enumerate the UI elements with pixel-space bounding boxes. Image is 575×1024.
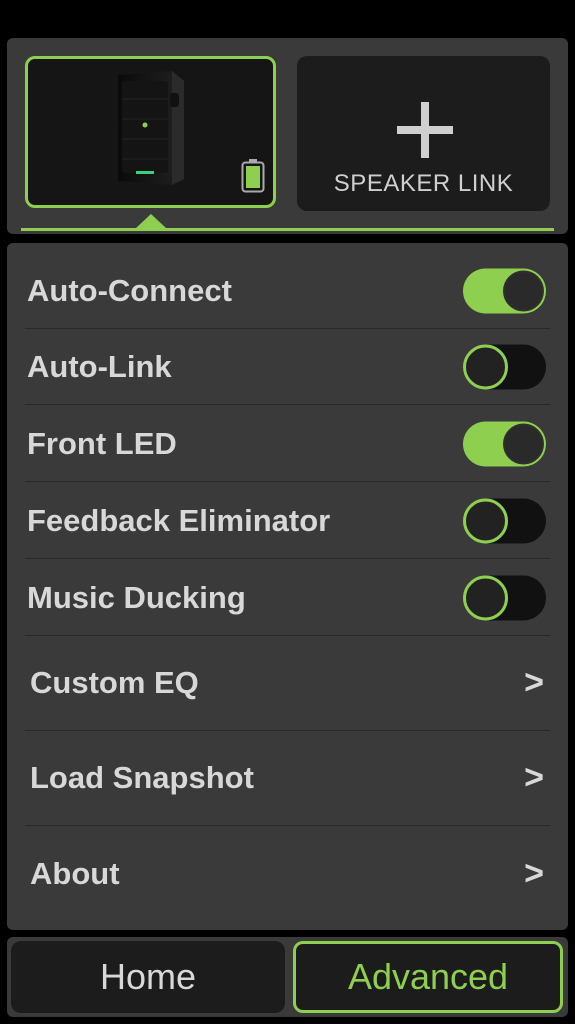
selection-pointer [136,214,166,228]
speaker-link-button[interactable]: SPEAKER LINK [297,56,550,211]
music-ducking-toggle[interactable] [463,575,546,620]
battery-icon [241,159,265,193]
auto-connect-toggle[interactable] [463,268,546,313]
feedback-eliminator-toggle[interactable] [463,498,546,543]
auto-connect-row: Auto-Connect [25,253,550,329]
toggle-knob [463,344,508,389]
custom-eq-row[interactable]: Custom EQ > [25,636,550,731]
speaker-icon [118,71,184,185]
music-ducking-label: Music Ducking [27,579,246,615]
front-led-label: Front LED [27,425,177,461]
load-snapshot-label: Load Snapshot [30,760,254,795]
tab-bar: Home Advanced [7,937,568,1017]
toggle-knob [503,270,544,311]
auto-link-row: Auto-Link [25,329,550,405]
selection-indicator [21,228,554,231]
load-snapshot-row[interactable]: Load Snapshot > [25,731,550,826]
speaker-card-selected[interactable] [25,56,276,208]
front-led-toggle[interactable] [463,421,546,466]
auto-link-label: Auto-Link [27,348,172,384]
auto-connect-label: Auto-Connect [27,272,232,308]
chevron-right-icon: > [524,663,544,702]
feedback-eliminator-row: Feedback Eliminator [25,483,550,559]
toggle-knob [463,498,508,543]
tab-home[interactable]: Home [11,941,285,1013]
feedback-eliminator-label: Feedback Eliminator [27,502,331,538]
music-ducking-row: Music Ducking [25,560,550,636]
settings-panel: Auto-Connect Auto-Link Front LED Feedbac… [7,243,568,930]
speaker-selector-panel: SPEAKER LINK [7,38,568,234]
chevron-right-icon: > [524,758,544,797]
auto-link-toggle[interactable] [463,344,546,389]
chevron-right-icon: > [524,854,544,892]
plus-icon [397,102,453,158]
about-label: About [30,855,120,891]
speaker-link-label: SPEAKER LINK [333,170,514,197]
about-row[interactable]: About > [25,826,550,921]
toggle-knob [463,575,508,620]
front-led-row: Front LED [25,406,550,482]
custom-eq-label: Custom EQ [30,665,199,700]
toggle-knob [503,423,544,464]
tab-advanced[interactable]: Advanced [293,941,563,1013]
